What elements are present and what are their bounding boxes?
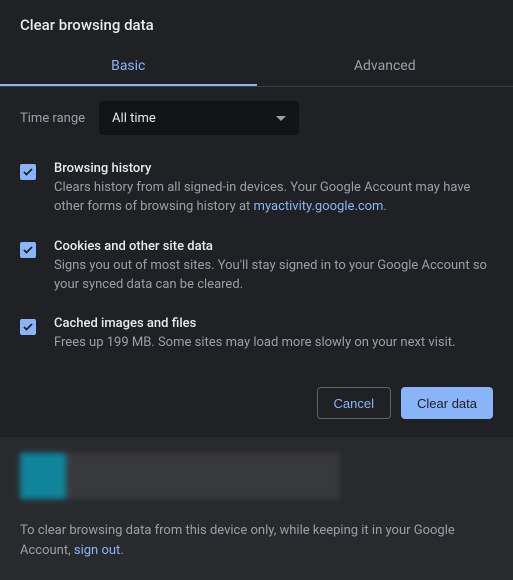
check-icon — [22, 166, 34, 178]
option-description: Clears history from all signed-in device… — [54, 179, 493, 217]
option-browsing-history: Browsing history Clears history from all… — [20, 161, 493, 217]
clear-data-button[interactable]: Clear data — [401, 387, 493, 419]
time-range-select[interactable]: All time — [99, 101, 299, 135]
clear-browsing-data-dialog: Clear browsing data Basic Advanced Time … — [0, 0, 513, 555]
time-range-label: Time range — [20, 111, 85, 126]
footer-text: To clear browsing data from this device … — [20, 521, 493, 560]
option-description: Frees up 199 MB. Some sites may load mor… — [54, 334, 493, 353]
option-title: Cached images and files — [54, 316, 493, 331]
account-info — [66, 453, 340, 499]
check-icon — [22, 321, 34, 333]
account-card[interactable] — [20, 453, 340, 499]
time-range-row: Time range All time — [20, 101, 493, 135]
option-title: Cookies and other site data — [54, 239, 493, 254]
tabs: Basic Advanced — [0, 46, 513, 87]
dialog-content: Time range All time Browsing history Cle… — [0, 87, 513, 383]
dialog-title: Clear browsing data — [0, 0, 513, 46]
option-body: Cached images and files Frees up 199 MB.… — [54, 316, 493, 353]
option-description: Signs you out of most sites. You'll stay… — [54, 257, 493, 295]
sign-out-link[interactable]: sign out — [74, 543, 120, 558]
checkbox-browsing-history[interactable] — [20, 164, 36, 180]
option-body: Cookies and other site data Signs you ou… — [54, 239, 493, 295]
dialog-footer: To clear browsing data from this device … — [0, 437, 513, 580]
option-body: Browsing history Clears history from all… — [54, 161, 493, 217]
option-title: Browsing history — [54, 161, 493, 176]
myactivity-link[interactable]: myactivity.google.com — [254, 199, 384, 214]
cancel-button[interactable]: Cancel — [317, 387, 391, 419]
chevron-down-icon — [276, 116, 286, 121]
option-cache: Cached images and files Frees up 199 MB.… — [20, 316, 493, 353]
tab-basic[interactable]: Basic — [0, 46, 257, 86]
avatar — [20, 453, 66, 499]
dialog-buttons: Cancel Clear data — [0, 383, 513, 437]
checkbox-cookies[interactable] — [20, 242, 36, 258]
time-range-value: All time — [112, 111, 156, 126]
tab-advanced[interactable]: Advanced — [257, 46, 513, 86]
checkbox-cache[interactable] — [20, 319, 36, 335]
option-cookies: Cookies and other site data Signs you ou… — [20, 239, 493, 295]
check-icon — [22, 244, 34, 256]
